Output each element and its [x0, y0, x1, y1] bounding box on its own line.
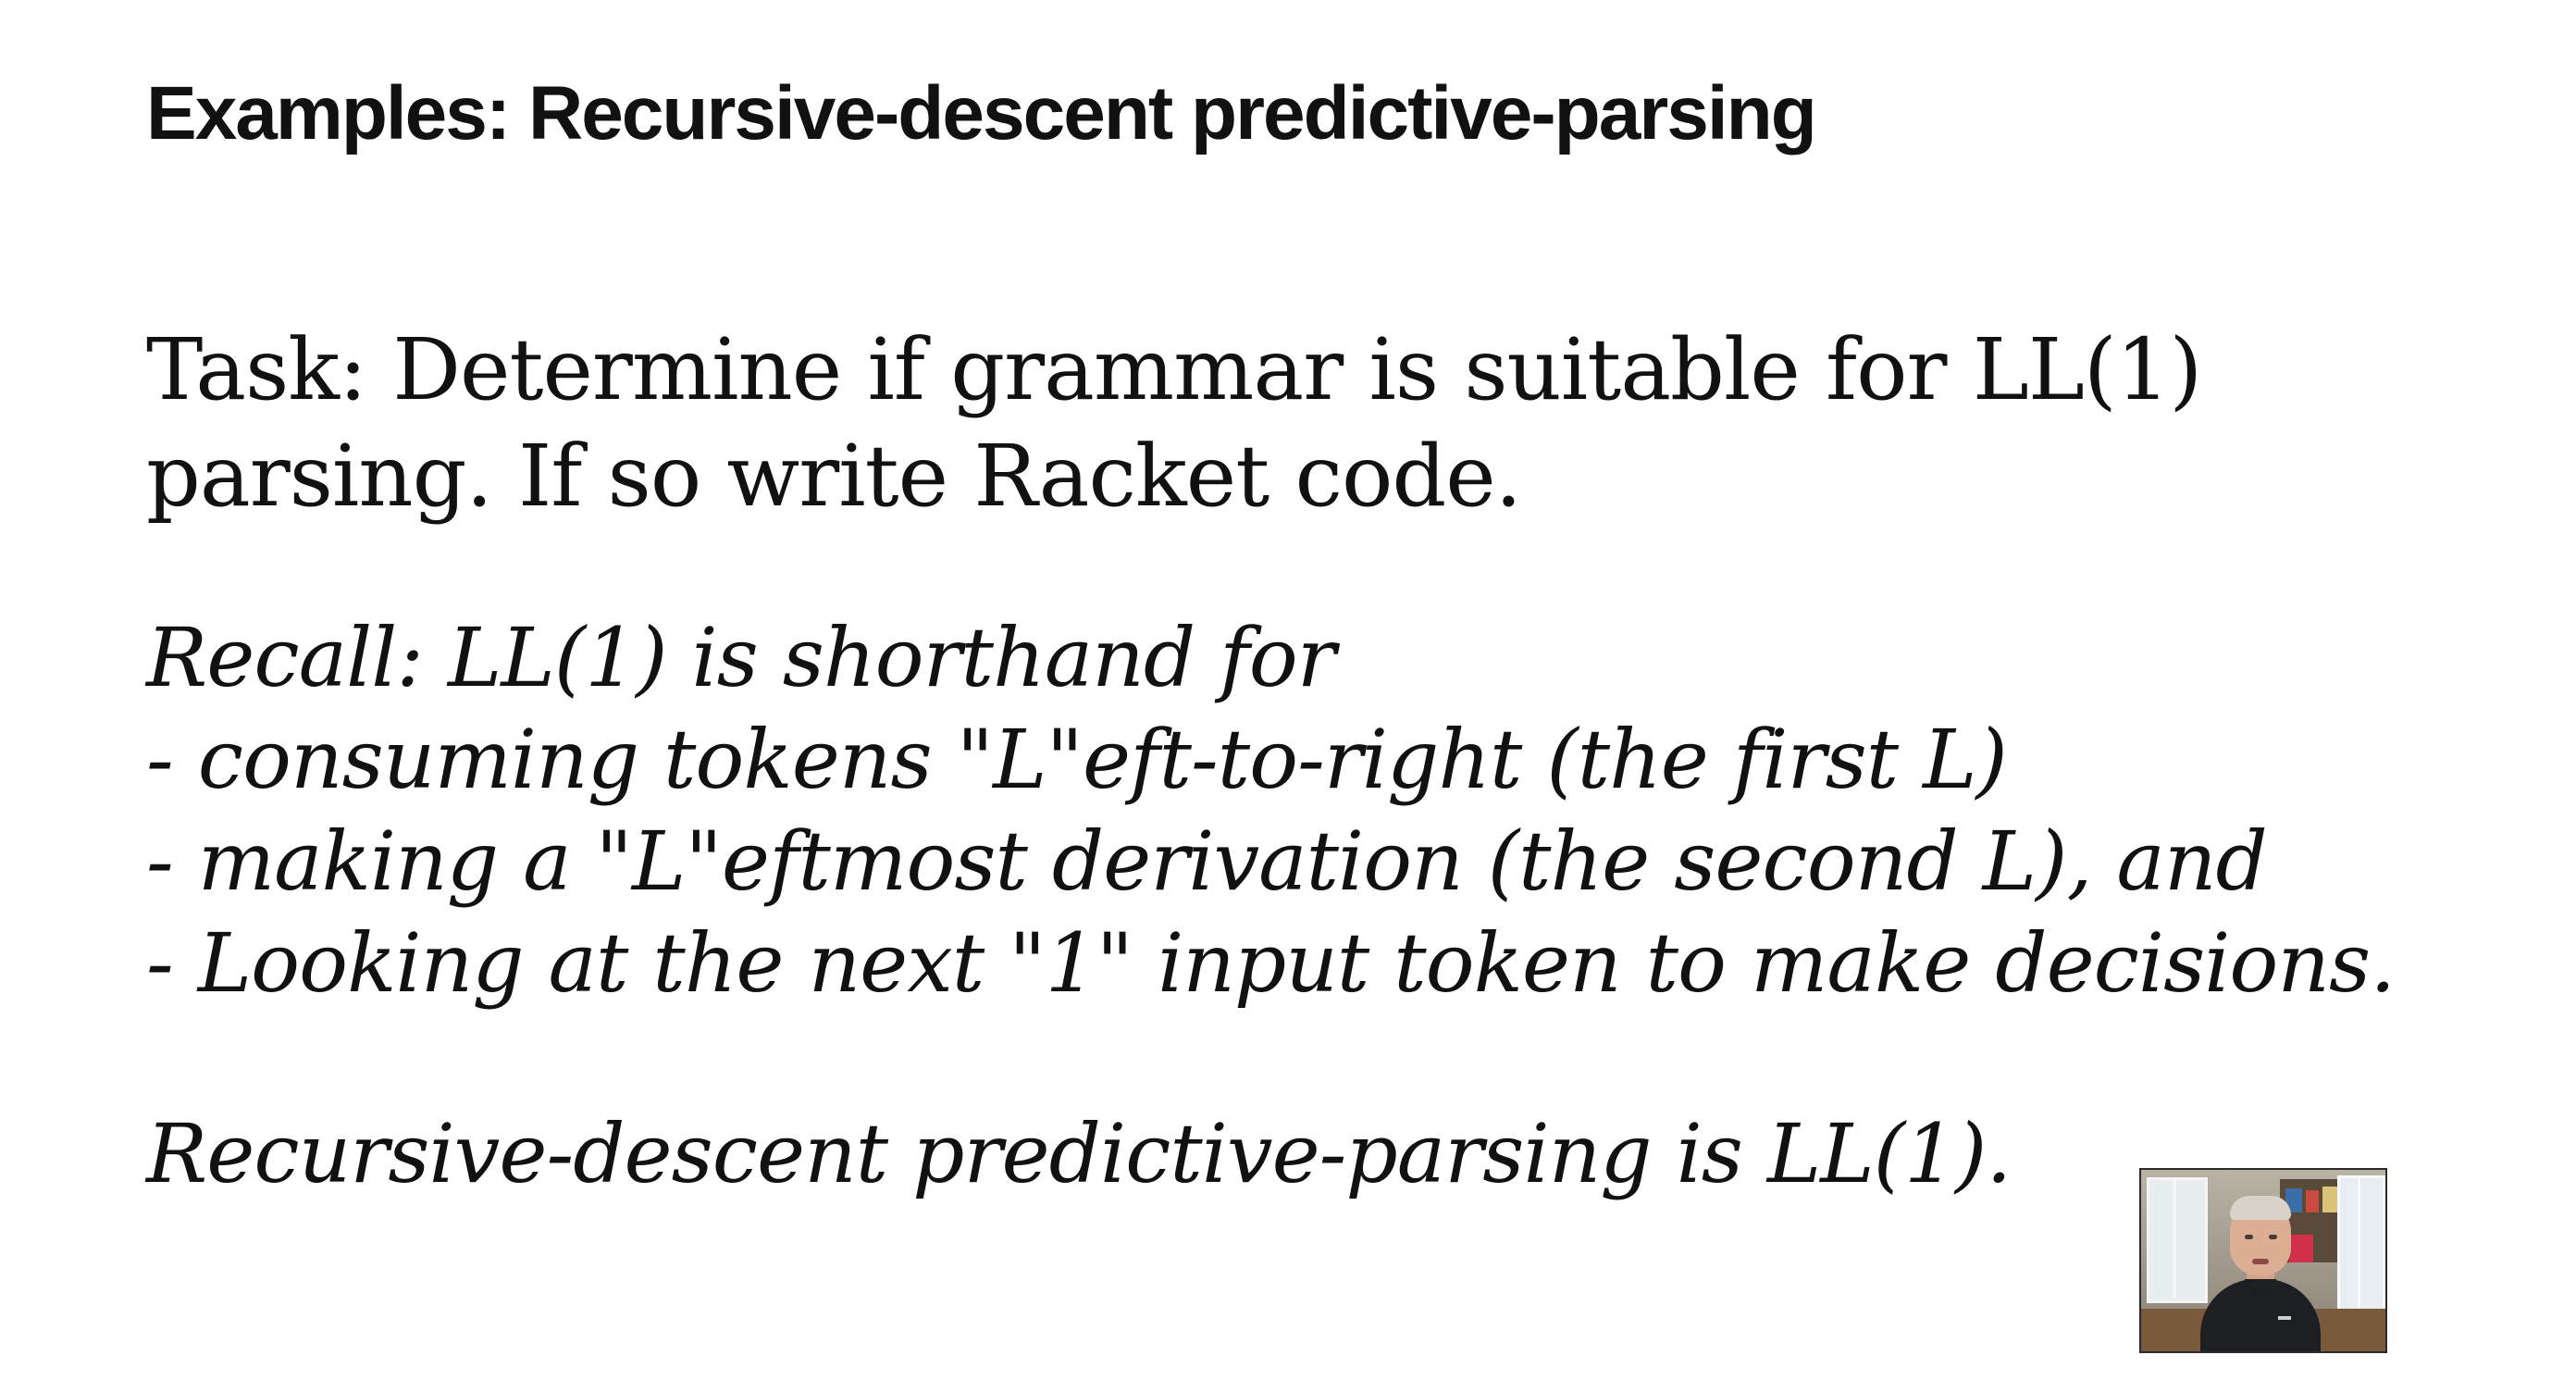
webcam-window-divider	[2173, 1177, 2176, 1298]
presenter-eye	[2269, 1235, 2277, 1239]
task-line: Task: Determine if grammar is suitable f…	[146, 320, 2202, 419]
presenter-hair	[2230, 1196, 2291, 1220]
webcam-book	[2306, 1190, 2319, 1212]
recall-paragraph: Recall: LL(1) is shorthand for - consumi…	[146, 607, 2396, 1014]
slide-title: Examples: Recursive-descent predictive-p…	[146, 71, 1817, 155]
recall-heading: Recall: LL(1) is shorthand for	[146, 610, 1336, 705]
recall-item: - making a "L"eftmost derivation (the se…	[146, 814, 2268, 909]
presenter-eye	[2245, 1235, 2253, 1239]
task-paragraph: Task: Determine if grammar is suitable f…	[146, 317, 2202, 529]
slide: Examples: Recursive-descent predictive-p…	[0, 0, 2576, 1392]
conclusion-text: Recursive-descent predictive-parsing is …	[146, 1106, 2012, 1201]
presenter-webcam-thumbnail	[2139, 1168, 2387, 1353]
recall-item: - Looking at the next "1" input token to…	[146, 915, 2396, 1011]
webcam-red-object	[2289, 1235, 2313, 1262]
shirt-logo	[2278, 1316, 2291, 1320]
task-line: parsing. If so write Racket code.	[146, 427, 1522, 526]
recall-item: - consuming tokens "L"eft-to-right (the …	[146, 712, 2008, 807]
presenter-mouth	[2252, 1259, 2269, 1264]
webcam-window-left	[2147, 1177, 2208, 1303]
